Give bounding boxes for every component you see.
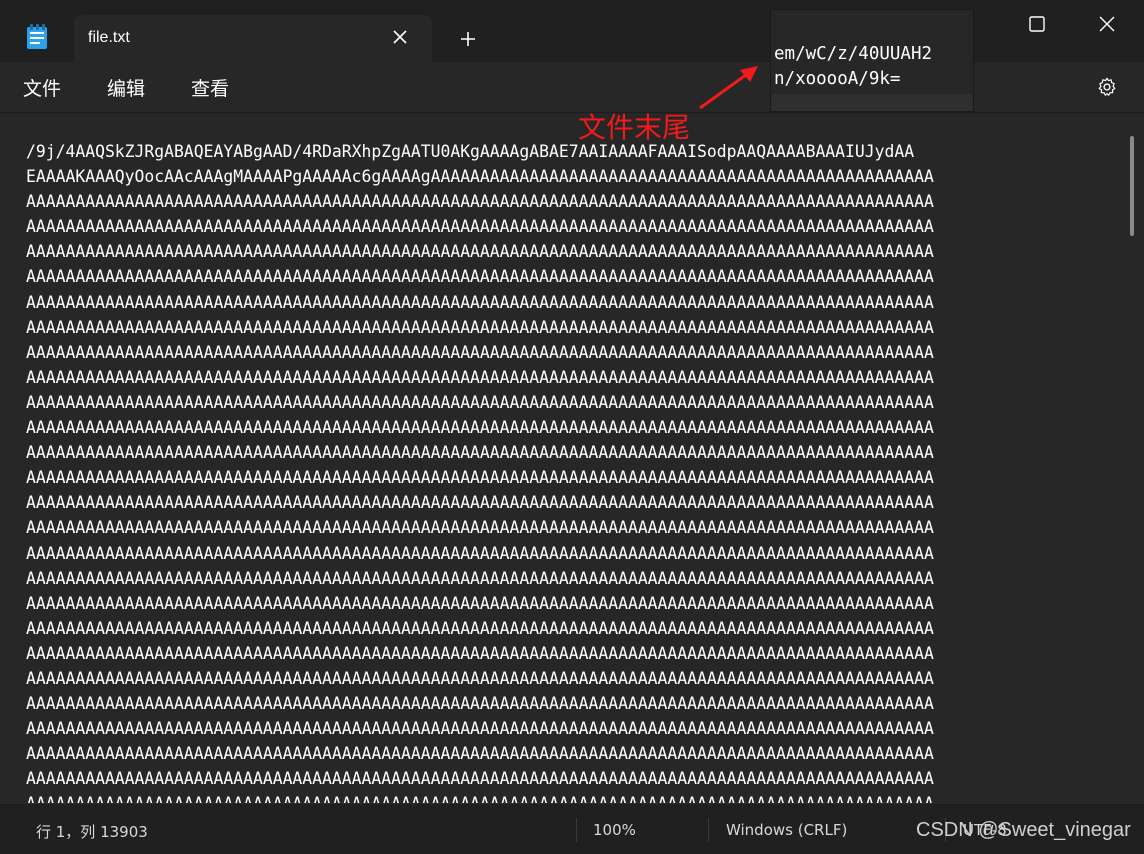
text-editor[interactable]: /9j/4AAQSkZJRgABAQEAYABgAAD/4RDaRXhpZgAA… [0, 113, 1128, 803]
editor-line[interactable]: AAAAAAAAAAAAAAAAAAAAAAAAAAAAAAAAAAAAAAAA… [26, 691, 1111, 716]
editor-line[interactable]: AAAAAAAAAAAAAAAAAAAAAAAAAAAAAAAAAAAAAAAA… [26, 365, 1111, 390]
tab-title: file.txt [88, 29, 130, 46]
editor-line[interactable]: EAAAAKAAAQyOocAAcAAAgMAAAAPgAAAAAc6gAAAA… [26, 164, 1111, 189]
editor-line[interactable]: AAAAAAAAAAAAAAAAAAAAAAAAAAAAAAAAAAAAAAAA… [26, 239, 1111, 264]
editor-line[interactable]: AAAAAAAAAAAAAAAAAAAAAAAAAAAAAAAAAAAAAAAA… [26, 315, 1111, 340]
cursor-position: 行 1，列 13903 [36, 823, 148, 841]
notepad-window: file.txt 文件 编辑 查看 /9j/4AAQSkZJRgABAQEAYA… [0, 0, 1144, 854]
editor-line[interactable]: AAAAAAAAAAAAAAAAAAAAAAAAAAAAAAAAAAAAAAAA… [26, 716, 1111, 741]
annotation-label: 文件末尾 [578, 111, 691, 144]
editor-line[interactable]: AAAAAAAAAAAAAAAAAAAAAAAAAAAAAAAAAAAAAAAA… [26, 616, 1111, 641]
editor-line[interactable]: AAAAAAAAAAAAAAAAAAAAAAAAAAAAAAAAAAAAAAAA… [26, 641, 1111, 666]
status-divider [576, 818, 577, 842]
editor-line[interactable]: AAAAAAAAAAAAAAAAAAAAAAAAAAAAAAAAAAAAAAAA… [26, 741, 1111, 766]
editor-line[interactable]: AAAAAAAAAAAAAAAAAAAAAAAAAAAAAAAAAAAAAAAA… [26, 515, 1111, 540]
editor-line[interactable]: AAAAAAAAAAAAAAAAAAAAAAAAAAAAAAAAAAAAAAAA… [26, 465, 1111, 490]
editor-line[interactable]: AAAAAAAAAAAAAAAAAAAAAAAAAAAAAAAAAAAAAAAA… [26, 189, 1111, 214]
window-close-icon[interactable] [1084, 10, 1130, 38]
editor-line[interactable]: AAAAAAAAAAAAAAAAAAAAAAAAAAAAAAAAAAAAAAAA… [26, 666, 1111, 691]
gear-icon[interactable] [1096, 76, 1118, 98]
close-icon[interactable] [388, 25, 412, 49]
notepad-icon [27, 24, 47, 49]
editor-line[interactable]: AAAAAAAAAAAAAAAAAAAAAAAAAAAAAAAAAAAAAAAA… [26, 766, 1111, 791]
arrow-icon [699, 66, 758, 110]
scrollbar-thumb[interactable] [1130, 136, 1134, 236]
editor-line[interactable]: AAAAAAAAAAAAAAAAAAAAAAAAAAAAAAAAAAAAAAAA… [26, 415, 1111, 440]
zoom-level[interactable]: 100% [593, 821, 636, 839]
status-divider [708, 818, 709, 842]
editor-line[interactable]: AAAAAAAAAAAAAAAAAAAAAAAAAAAAAAAAAAAAAAAA… [26, 791, 1111, 803]
file-end-callout: em/wC/z/40UUAH2 n/xooooA/9k= [770, 9, 974, 112]
callout-line: n/xooooA/9k= [774, 69, 901, 89]
editor-line[interactable]: AAAAAAAAAAAAAAAAAAAAAAAAAAAAAAAAAAAAAAAA… [26, 214, 1111, 239]
file-end-text: em/wC/z/40UUAH2 n/xooooA/9k= [774, 42, 932, 92]
editor-line[interactable]: AAAAAAAAAAAAAAAAAAAAAAAAAAAAAAAAAAAAAAAA… [26, 541, 1111, 566]
editor-line[interactable]: AAAAAAAAAAAAAAAAAAAAAAAAAAAAAAAAAAAAAAAA… [26, 290, 1111, 315]
editor-line[interactable]: AAAAAAAAAAAAAAAAAAAAAAAAAAAAAAAAAAAAAAAA… [26, 390, 1111, 415]
menu-edit[interactable]: 编辑 [107, 74, 145, 101]
editor-line[interactable]: AAAAAAAAAAAAAAAAAAAAAAAAAAAAAAAAAAAAAAAA… [26, 264, 1111, 289]
callout-band [771, 94, 973, 111]
editor-line[interactable]: AAAAAAAAAAAAAAAAAAAAAAAAAAAAAAAAAAAAAAAA… [26, 591, 1111, 616]
line-ending[interactable]: Windows (CRLF) [726, 821, 847, 839]
plus-icon[interactable] [456, 27, 480, 51]
callout-line: em/wC/z/40UUAH2 [774, 44, 933, 64]
editor-line[interactable]: /9j/4AAQSkZJRgABAQEAYABgAAD/4RDaRXhpZgAA… [26, 139, 1111, 164]
menu-file[interactable]: 文件 [23, 74, 61, 101]
editor-line[interactable]: AAAAAAAAAAAAAAAAAAAAAAAAAAAAAAAAAAAAAAAA… [26, 490, 1111, 515]
editor-line[interactable]: AAAAAAAAAAAAAAAAAAAAAAAAAAAAAAAAAAAAAAAA… [26, 440, 1111, 465]
watermark: CSDN @Sweet_vinegar [916, 819, 1131, 841]
editor-line[interactable]: AAAAAAAAAAAAAAAAAAAAAAAAAAAAAAAAAAAAAAAA… [26, 340, 1111, 365]
editor-line[interactable]: AAAAAAAAAAAAAAAAAAAAAAAAAAAAAAAAAAAAAAAA… [26, 566, 1111, 591]
maximize-icon[interactable] [1013, 10, 1059, 38]
tab-file-txt[interactable]: file.txt [74, 15, 432, 62]
menu-view[interactable]: 查看 [191, 74, 229, 101]
editor-content[interactable]: /9j/4AAQSkZJRgABAQEAYABgAAD/4RDaRXhpZgAA… [26, 139, 1111, 803]
